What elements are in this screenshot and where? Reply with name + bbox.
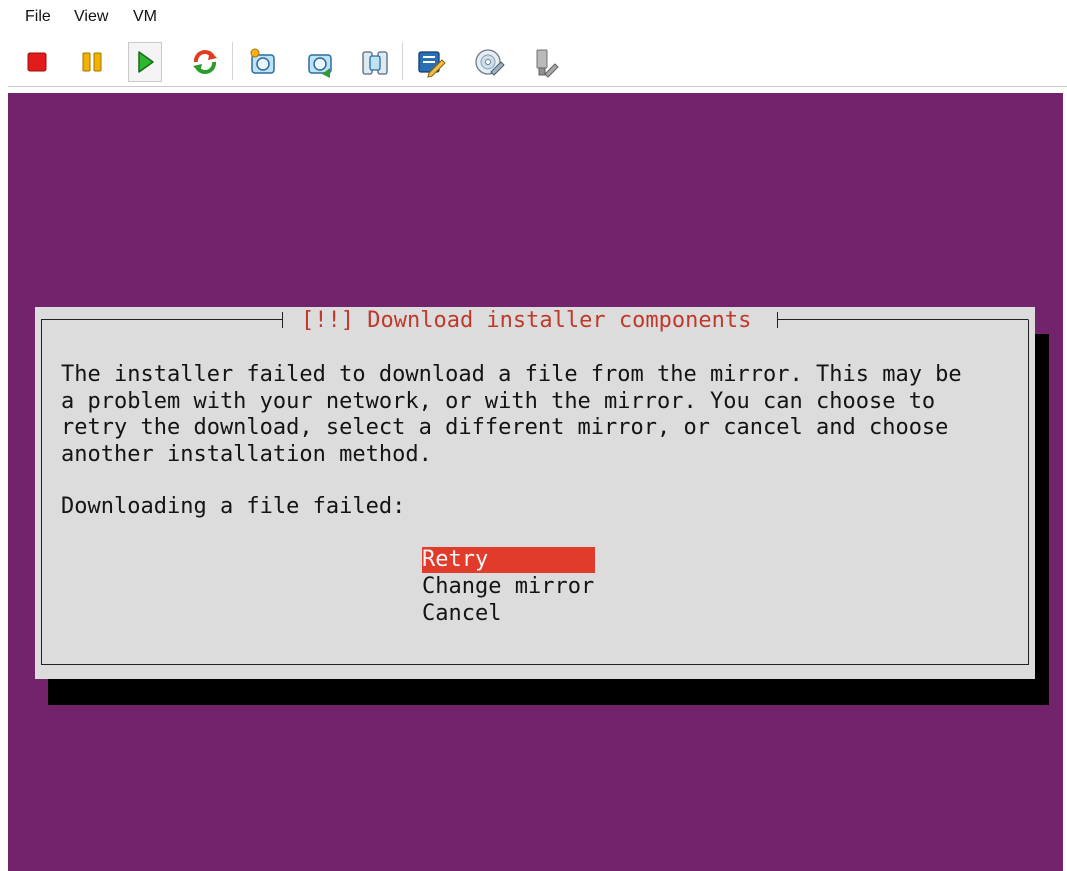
snapshot-manager-button[interactable] xyxy=(358,42,392,82)
dialog-prompt: Downloading a file failed: xyxy=(61,494,406,519)
dialog-frame-top-right xyxy=(777,319,1028,320)
vm-settings-button[interactable] xyxy=(414,42,448,82)
toolbar-divider xyxy=(8,86,1067,87)
camera-revert-icon xyxy=(308,54,332,78)
pause-button[interactable] xyxy=(75,42,109,82)
option-cancel[interactable]: Cancel xyxy=(422,601,501,627)
stop-button[interactable] xyxy=(20,42,54,82)
dialog-frame-top-left xyxy=(41,319,283,320)
usb-button[interactable] xyxy=(528,42,562,82)
settings-edit-icon xyxy=(418,51,446,78)
reset-button[interactable] xyxy=(188,42,222,82)
toolbar-separator xyxy=(402,42,403,80)
dialog-frame-tick-right xyxy=(777,312,778,328)
installer-dialog: [!!] Download installer components The i… xyxy=(35,307,1035,679)
menu-vm[interactable]: VM xyxy=(133,9,157,25)
menu-view[interactable]: View xyxy=(74,9,108,25)
vm-toolbar xyxy=(8,38,1067,86)
stop-icon xyxy=(27,52,47,72)
snapshot-manager-icon xyxy=(362,51,388,75)
dialog-title: [!!] Download installer components xyxy=(301,308,752,333)
play-icon xyxy=(138,51,154,73)
toolbar-separator xyxy=(232,42,233,80)
cd-dvd-button[interactable] xyxy=(472,42,506,82)
disc-icon xyxy=(475,49,505,76)
dialog-frame-tick-left xyxy=(282,312,283,328)
camera-snapshot-icon xyxy=(250,48,275,74)
revert-snapshot-button[interactable] xyxy=(303,42,337,82)
usb-icon xyxy=(536,49,559,78)
option-retry[interactable]: Retry xyxy=(422,547,595,573)
menu-file[interactable]: File xyxy=(25,9,51,25)
start-button[interactable] xyxy=(128,42,162,82)
reset-icon xyxy=(193,50,217,74)
pause-icon xyxy=(82,52,102,72)
option-change-mirror[interactable]: Change mirror xyxy=(422,574,594,600)
dialog-message: The installer failed to download a file … xyxy=(61,362,962,467)
menu-bar: File View VM xyxy=(0,0,1067,30)
take-snapshot-button[interactable] xyxy=(246,42,280,82)
